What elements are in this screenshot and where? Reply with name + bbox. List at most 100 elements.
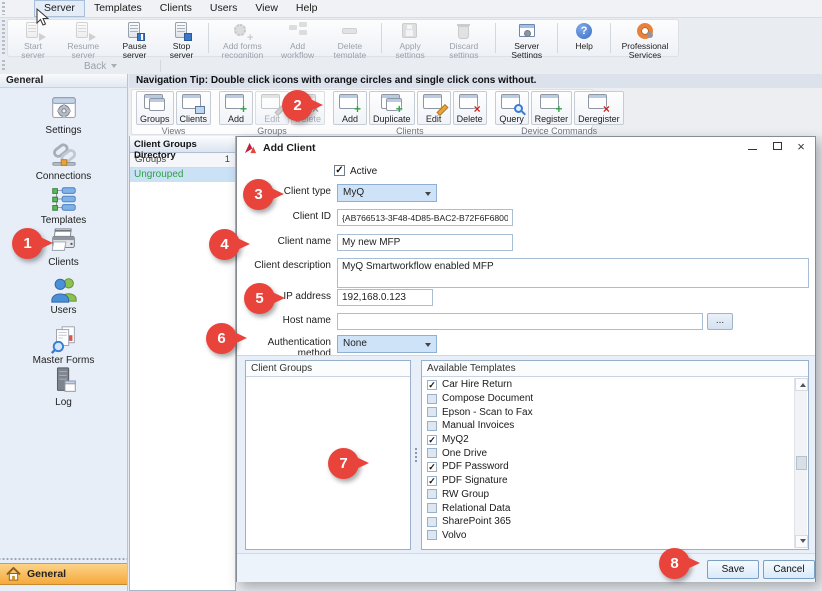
template-checkbox[interactable] [427,503,437,513]
back-label: Back [84,61,106,72]
template-row-car-hire-return[interactable]: ✓ Car Hire Return [423,378,794,392]
sidebar-item-settings[interactable]: Settings [0,94,127,136]
toolbar-button-server-settings[interactable]: Server Settings [499,21,554,61]
template-row-one-drive[interactable]: One Drive [423,446,794,460]
template-row-pdf-signature[interactable]: ✓PDF Signature [423,474,794,488]
dialog-lower-panel: Client Groups Available Templates ✓Car H… [237,355,815,553]
stop-server-icon [171,22,193,41]
template-row-pdf-password[interactable]: ✓PDF Password [423,460,794,474]
scrollbar-thumb[interactable] [796,456,807,470]
menu-view[interactable]: View [246,0,287,17]
panel-splitter[interactable] [412,360,420,550]
sidebar-item-log[interactable]: Log [0,366,127,408]
add-icon: + [223,93,249,114]
active-checkbox[interactable]: ✓ [334,165,345,176]
client-description-label: Client description [237,260,331,271]
template-row-myq2[interactable]: ✓MyQ2 [423,433,794,447]
maximize-button[interactable] [768,137,788,158]
group-row-ungrouped[interactable]: Ungrouped [130,168,235,182]
scroll-down-arrow-icon[interactable] [795,535,808,548]
template-checkbox[interactable]: ✓ [427,435,437,445]
sidebar-item-label: Log [0,397,127,408]
discard-settings-icon [453,22,475,41]
template-label: Car Hire Return [442,379,512,390]
sidebar-item-users[interactable]: Users [0,274,127,316]
annotation-6: 6 [206,323,237,354]
ribbon-views-clients-button[interactable]: Clients [176,91,212,125]
template-checkbox[interactable] [427,489,437,499]
ribbon-device-commands-deregister-button[interactable]: ×Deregister [574,91,624,125]
sidebar-item-label: Users [0,305,127,316]
client-id-field[interactable] [337,209,513,226]
toolbar-button-professional-services[interactable]: Professional Services [614,21,676,61]
register-icon: + [538,93,564,114]
menu-users[interactable]: Users [201,0,246,17]
resume-server-icon [72,22,94,41]
settings-icon [0,94,127,124]
close-icon[interactable]: × [791,137,811,158]
authentication-method-select[interactable]: None [337,335,437,353]
ribbon-clients-duplicate-button[interactable]: +Duplicate [369,91,415,125]
toolbar-button-pause-server[interactable]: Pause server [111,21,159,61]
ip-address-field[interactable] [337,289,433,306]
template-row-relational-data[interactable]: Relational Data [423,501,794,515]
template-checkbox[interactable] [427,517,437,527]
groups-column-header[interactable]: Groups 1 [130,153,235,168]
ribbon-button-label: Clients [180,114,208,124]
template-row-rw-group[interactable]: RW Group [423,488,794,502]
template-checkbox[interactable]: ✓ [427,462,437,472]
save-button[interactable]: Save [707,560,759,579]
sidebar-item-master-forms[interactable]: Master Forms [0,324,127,366]
template-checkbox[interactable] [427,394,437,404]
ribbon-groups-add-button[interactable]: +Add [219,91,253,125]
sidebar-footer-general[interactable]: General [0,563,127,585]
main-toolbar: Start serverResume serverPause serverSto… [0,18,822,58]
ribbon-clients-add-button[interactable]: +Add [333,91,367,125]
menu-templates[interactable]: Templates [85,0,151,17]
ribbon-device-commands-query-button[interactable]: Query [495,91,529,125]
toolbar-button-help[interactable]: ?Help [561,21,607,52]
template-checkbox[interactable] [427,530,437,540]
host-name-field[interactable] [337,313,703,330]
template-checkbox[interactable] [427,448,437,458]
template-row-sharepoint-365[interactable]: SharePoint 365 [423,515,794,529]
ribbon-button-label: Query [499,114,524,124]
menu-help[interactable]: Help [287,0,327,17]
template-checkbox[interactable] [427,421,437,431]
ribbon-group-views: GroupsClientsViews [134,91,213,133]
template-row-manual-invoices[interactable]: Manual Invoices [423,419,794,433]
template-checkbox[interactable] [427,407,437,417]
ribbon-device-commands-register-button[interactable]: +Register [531,91,573,125]
cancel-button[interactable]: Cancel [763,560,815,579]
template-checkbox[interactable]: ✓ [427,380,437,390]
menu-bar: ServerTemplatesClientsUsersViewHelp [0,0,822,18]
server-settings-icon [516,22,538,41]
ribbon-clients-delete-button[interactable]: ×Delete [453,91,487,125]
client-description-field[interactable]: MyQ Smartworkflow enabled MFP [337,258,809,288]
template-row-volvo[interactable]: Volvo [423,529,794,543]
browse-button[interactable]: ... [707,313,733,330]
templates-scrollbar[interactable] [794,378,807,548]
divider [610,23,611,53]
log-icon [0,366,127,396]
sidebar-resize-grip[interactable] [0,556,127,561]
client-groups-panel: Client Groups [245,360,411,550]
template-checkbox[interactable]: ✓ [427,476,437,486]
template-row-compose-document[interactable]: Compose Document [423,392,794,406]
divider [160,60,161,72]
template-label: Relational Data [442,503,510,514]
toolbar-button-add-workflow: Add workflow [273,21,321,61]
client-name-field[interactable] [337,234,513,251]
ribbon-clients-edit-button[interactable]: Edit [417,91,451,125]
ribbon-views-groups-button[interactable]: Groups [136,91,174,125]
menu-clients[interactable]: Clients [151,0,201,17]
client-type-select[interactable]: MyQ [337,184,437,202]
scroll-up-arrow-icon[interactable] [795,378,808,391]
minimize-button[interactable] [743,137,763,158]
toolbar-button-stop-server[interactable]: Stop server [159,21,205,61]
sidebar-item-connections[interactable]: Connections [0,140,127,182]
divider [495,23,496,53]
template-row-epson-scan-to-fax[interactable]: Epson - Scan to Fax [423,405,794,419]
client-groups-directory: Client Groups Directory Groups 1 Ungroup… [129,136,236,591]
sidebar-item-templates[interactable]: Templates [0,184,127,226]
